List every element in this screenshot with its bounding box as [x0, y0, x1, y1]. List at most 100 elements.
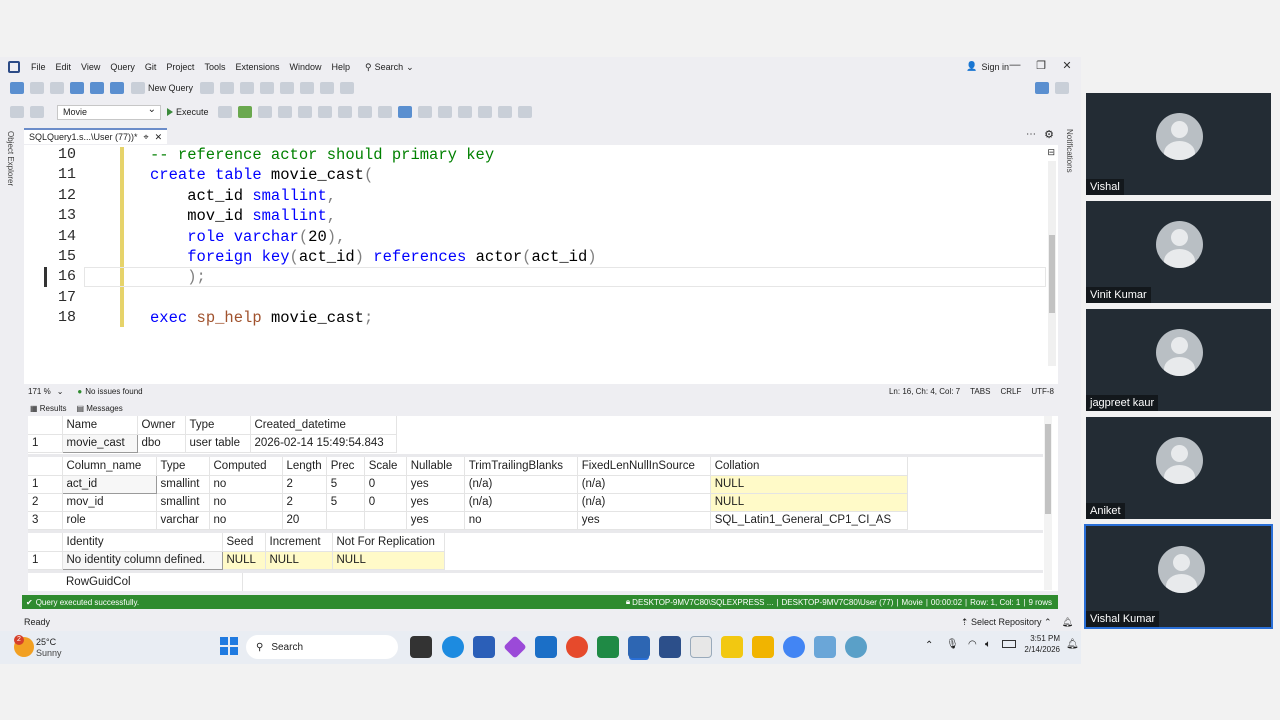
increase-indent-icon[interactable] — [497, 106, 512, 118]
issues-status[interactable]: No issues found — [85, 387, 142, 396]
settings-icon[interactable] — [1055, 82, 1069, 94]
vscode-icon[interactable] — [659, 636, 681, 658]
column-header[interactable]: Seed — [222, 533, 266, 552]
cursor-position[interactable]: Ln: 16, Ch: 4, Col: 7 — [889, 387, 960, 396]
participant-tile[interactable]: Vinit Kumar — [1086, 201, 1271, 303]
column-header[interactable]: Name — [62, 416, 138, 435]
battery-icon[interactable] — [1002, 640, 1016, 648]
participant-tile[interactable]: Aniket — [1086, 417, 1271, 519]
column-header[interactable]: Computed — [209, 457, 283, 476]
editor-scrollbar[interactable] — [1048, 161, 1056, 366]
participant-tile-active-speaker[interactable]: Vishal Kumar — [1084, 524, 1273, 629]
row-number[interactable]: 3 — [28, 511, 63, 530]
table-cell[interactable]: yes — [577, 511, 711, 530]
new-query-button[interactable]: New Query — [131, 82, 193, 94]
wifi-icon[interactable]: ◠ — [968, 639, 977, 650]
copy-icon[interactable] — [260, 82, 275, 94]
column-header[interactable]: TrimTrailingBlanks — [464, 457, 578, 476]
display-plan-icon[interactable] — [257, 106, 272, 118]
code-line[interactable]: act_id smallint, — [150, 187, 336, 205]
table-cell[interactable]: movie_cast — [61, 433, 138, 453]
overflow-icon[interactable]: ⋯ — [1026, 129, 1036, 140]
table-row[interactable]: 3 role varchar no 20 yes no yes SQL_Lati… — [28, 511, 908, 530]
ssms-taskbar-icon[interactable] — [628, 636, 650, 658]
table-cell[interactable]: 0 — [364, 475, 407, 494]
table-cell[interactable]: role — [62, 511, 157, 530]
table-cell[interactable]: (n/a) — [464, 493, 578, 512]
table-cell[interactable]: no — [209, 511, 283, 530]
split-editor-icon[interactable]: ⊟ — [1047, 147, 1055, 158]
table-cell[interactable]: yes — [406, 511, 465, 530]
table-cell[interactable]: no — [209, 475, 283, 494]
table-cell[interactable]: SQL_Latin1_General_CP1_CI_AS — [710, 511, 908, 530]
close-icon[interactable]: ✕ — [155, 132, 163, 143]
column-header[interactable]: Length — [282, 457, 327, 476]
notifications-label[interactable]: Notifications — [1065, 129, 1074, 173]
save-all-icon[interactable] — [110, 82, 124, 94]
redo-icon[interactable] — [240, 82, 255, 94]
menu-tools[interactable]: Tools — [199, 62, 230, 72]
intellisense-icon[interactable] — [297, 106, 312, 118]
code-line[interactable]: role varchar(20), — [150, 228, 345, 246]
code-line[interactable]: create table movie_cast( — [150, 166, 373, 184]
column-header[interactable]: Created_datetime — [250, 416, 397, 435]
open-file-icon[interactable] — [70, 82, 84, 94]
menu-window[interactable]: Window — [284, 62, 326, 72]
column-header[interactable]: Increment — [265, 533, 333, 552]
menu-extensions[interactable]: Extensions — [230, 62, 284, 72]
comment-icon[interactable] — [437, 106, 452, 118]
bell-icon[interactable]: 🔔︎ — [1062, 617, 1073, 628]
result-grid-1[interactable]: Name Owner Type Created_datetime 1 movie… — [28, 416, 397, 453]
clock-date[interactable]: 2/14/2026 — [1020, 645, 1060, 654]
table-cell[interactable]: (n/a) — [577, 475, 711, 494]
chevron-down-icon[interactable]: ⌄ — [57, 387, 64, 396]
notification-bell-icon[interactable]: 🔔︎ — [1066, 639, 1079, 650]
table-cell[interactable]: yes — [406, 475, 465, 494]
row-number[interactable]: 1 — [28, 434, 63, 453]
paste-icon[interactable] — [280, 82, 295, 94]
results-scrollbar[interactable] — [1044, 416, 1052, 590]
table-cell[interactable]: 0 — [364, 493, 407, 512]
table-cell[interactable]: (n/a) — [464, 475, 578, 494]
menu-view[interactable]: View — [76, 62, 105, 72]
table-cell[interactable]: NULL — [710, 475, 908, 494]
forward-icon[interactable] — [30, 82, 44, 94]
column-header[interactable]: Identity — [62, 533, 223, 552]
menu-git[interactable]: Git — [140, 62, 162, 72]
decrease-indent-icon[interactable] — [477, 106, 492, 118]
execute-button[interactable]: Execute — [167, 107, 209, 117]
menu-file[interactable]: File — [26, 62, 51, 72]
client-stats-icon[interactable] — [357, 106, 372, 118]
format-icon[interactable] — [320, 82, 335, 94]
table-cell[interactable]: 2 — [282, 475, 327, 494]
table-cell[interactable]: dbo — [137, 434, 186, 453]
row-number[interactable]: 1 — [28, 551, 63, 570]
connect-icon[interactable] — [10, 106, 24, 118]
task-view-icon[interactable] — [410, 636, 432, 658]
results-to-text-icon[interactable] — [377, 106, 392, 118]
parse-icon[interactable] — [237, 106, 252, 118]
code-line[interactable]: exec sp_help movie_cast; — [150, 309, 373, 327]
excel-icon[interactable] — [597, 636, 619, 658]
object-explorer-label[interactable]: Object Explorer — [6, 131, 15, 186]
scrollbar-thumb[interactable] — [1049, 235, 1055, 313]
table-cell[interactable]: No identity column defined. — [61, 550, 223, 570]
include-plan-icon[interactable] — [317, 106, 332, 118]
scrollbar-thumb[interactable] — [1045, 424, 1051, 514]
table-cell[interactable] — [326, 511, 365, 530]
table-cell[interactable]: 5 — [326, 475, 365, 494]
notifications-strip[interactable]: Notifications — [1059, 123, 1081, 593]
new-file-icon[interactable] — [200, 82, 215, 94]
undo-icon[interactable] — [220, 82, 235, 94]
live-share-icon[interactable] — [1035, 82, 1049, 94]
tab-sqlquery1[interactable]: SQLQuery1.s...\User (77))* ⌖ ✕ — [24, 128, 168, 144]
powerbi-icon[interactable] — [721, 636, 743, 658]
results-pane[interactable]: Name Owner Type Created_datetime 1 movie… — [28, 416, 1058, 591]
specify-values-icon[interactable] — [517, 106, 532, 118]
live-stats-icon[interactable] — [337, 106, 352, 118]
database-selector[interactable]: Movie — [57, 104, 161, 120]
row-number[interactable]: 1 — [28, 475, 63, 494]
table-cell[interactable]: smallint — [156, 493, 210, 512]
more-icon[interactable] — [340, 82, 355, 94]
edge-icon[interactable] — [442, 636, 464, 658]
